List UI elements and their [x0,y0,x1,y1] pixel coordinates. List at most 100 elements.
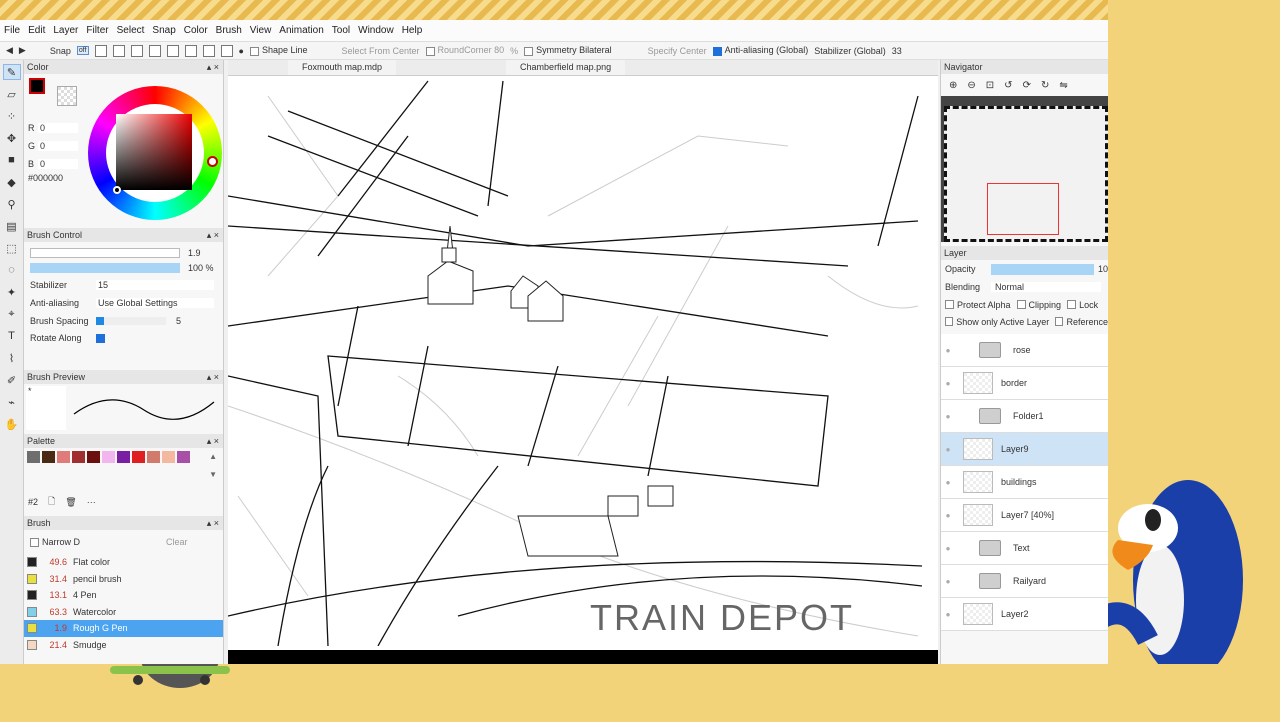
panel-collapse-icon[interactable]: ▴ × [207,230,219,241]
snap-parallel-icon[interactable] [94,44,107,57]
tab-foxmouth[interactable]: Foxmouth map.mdp [288,60,397,75]
layer-row[interactable]: ● rose [941,334,1108,367]
specify-center-button[interactable]: Specify Center [648,46,707,56]
palette-swatch[interactable] [27,451,40,463]
layer-blending-select[interactable]: Normal [991,282,1101,292]
palette-swatch[interactable] [57,451,70,463]
snap-grid-icon[interactable] [184,44,197,57]
brush-list-item[interactable]: 1.9 Rough G Pen [24,620,223,637]
visibility-toggle-icon[interactable]: ● [941,346,955,355]
layer-row[interactable]: ● Text [941,532,1108,565]
layer-row[interactable]: ● border [941,367,1108,400]
palette-swatch[interactable] [162,451,175,463]
snap-off-button[interactable]: off [76,46,89,55]
layer-opacity-slider[interactable] [990,263,1094,275]
menu-view[interactable]: View [250,25,272,36]
lasso-tool-icon[interactable]: ◌ [4,263,20,277]
shape-tool-icon[interactable]: ◆ [4,175,20,189]
text-tool-icon[interactable]: T [4,329,20,343]
g-input[interactable]: 0 [38,141,78,151]
rotate-along-checkbox[interactable] [96,333,105,343]
hue-handle[interactable] [207,156,218,167]
panel-collapse-icon[interactable]: ▴ × [207,372,219,383]
palette-swatch[interactable] [42,451,55,463]
menu-window[interactable]: Window [358,25,394,36]
zoom-out-icon[interactable]: ⊖ [967,80,975,91]
menu-file[interactable]: File [4,25,20,36]
rotate-reset-icon[interactable]: ⟳ [1023,80,1031,91]
map-drawing-canvas[interactable]: TRAIN DEPOT [228,76,922,646]
visibility-toggle-icon[interactable]: ● [941,577,955,586]
r-input[interactable]: 0 [38,123,78,133]
visibility-toggle-icon[interactable]: ● [941,412,955,421]
snap-curve-icon[interactable] [202,44,215,57]
zoom-in-icon[interactable]: ⊕ [949,80,957,91]
brush-list-item[interactable]: 49.6 Flat color [24,554,223,571]
shape-line-checkbox[interactable] [249,46,259,56]
pen-tool-icon[interactable]: ✐ [4,373,20,387]
palette-swatch[interactable] [117,451,130,463]
palette-swatch[interactable] [72,451,85,463]
hex-value[interactable]: #000000 [28,173,78,189]
snap-radial-icon[interactable] [148,44,161,57]
eraser-tool-icon[interactable]: ▱ [4,87,20,101]
clipping-checkbox[interactable] [1016,300,1026,309]
brush-filter-checkbox[interactable] [30,537,39,547]
palette-name[interactable]: #2 [28,497,38,507]
prev-arrow-icon[interactable]: ◀ [6,45,13,56]
panel-collapse-icon[interactable]: ▴ × [207,436,219,447]
rotate-right-icon[interactable]: ↻ [1041,80,1049,91]
visibility-toggle-icon[interactable]: ● [941,511,955,520]
snap-vanish-icon[interactable] [130,44,143,57]
menu-tool[interactable]: Tool [332,25,350,36]
reference-checkbox[interactable] [1055,317,1064,326]
menu-help[interactable]: Help [402,25,423,36]
layer-opacity-value[interactable]: 10 [1098,264,1108,274]
brush-list-item[interactable]: 31.4 pencil brush [24,571,223,588]
move-tool-icon[interactable]: ✥ [4,131,20,145]
sv-handle[interactable] [113,186,121,194]
dots-tool-icon[interactable]: ⁘ [4,109,20,123]
navigator-viewport-rect[interactable] [987,183,1059,235]
brush-tool-icon[interactable]: ✎ [2,64,21,80]
brush-list-item[interactable]: 21.4 Smudge [24,637,223,654]
palette-more-icon[interactable]: ··· [87,497,96,507]
brush-filter-input[interactable]: Narrow D [42,537,160,547]
foreground-color-swatch[interactable] [29,78,45,94]
gradient-tool-icon[interactable]: ▤ [4,219,20,233]
snap-settings-icon[interactable] [220,44,233,57]
tab-chamberfield[interactable]: Chamberfield map.png [506,60,626,75]
menu-animation[interactable]: Animation [279,25,323,36]
palette-swatch[interactable] [147,451,160,463]
panel-collapse-icon[interactable]: ▴ × [207,62,219,73]
antialias-checkbox[interactable] [712,46,722,56]
menu-select[interactable]: Select [117,25,145,36]
stabilizer-global-value[interactable]: 33 [892,46,902,56]
eyedropper-tool-icon[interactable]: ⌁ [4,395,20,409]
brush-list-item[interactable]: 63.3 Watercolor [24,604,223,621]
layer-row[interactable]: ● Railyard [941,565,1108,598]
brush-spacing-value[interactable]: 5 [176,316,181,326]
panel-collapse-icon[interactable]: ▴ × [207,518,219,529]
brush-opacity-slider[interactable] [30,263,180,273]
b-input[interactable]: 0 [38,159,78,169]
menu-layer[interactable]: Layer [53,25,78,36]
delete-palette-icon[interactable]: 🗑 [65,497,76,508]
palette-swatch[interactable] [87,451,100,463]
snap-cross-icon[interactable] [112,44,125,57]
palette-swatch[interactable] [177,451,190,463]
navigator-preview[interactable] [941,96,1108,242]
lock-checkbox[interactable] [1067,300,1077,309]
hand-tool-icon[interactable]: ✋ [4,417,20,431]
visibility-toggle-icon[interactable]: ● [941,610,955,619]
fill-rect-tool-icon[interactable]: ■ [4,153,20,167]
menu-brush[interactable]: Brush [216,25,242,36]
zoom-fit-icon[interactable]: ⊡ [986,80,994,91]
layer-row[interactable]: ● Layer2 [941,598,1108,631]
visibility-toggle-icon[interactable]: ● [941,379,955,388]
menu-filter[interactable]: Filter [86,25,108,36]
layer-row[interactable]: ● Layer9 [941,433,1108,466]
bucket-tool-icon[interactable]: ⚲ [4,197,20,211]
background-color-swatch[interactable] [57,86,77,106]
rotate-left-icon[interactable]: ↺ [1004,80,1012,91]
